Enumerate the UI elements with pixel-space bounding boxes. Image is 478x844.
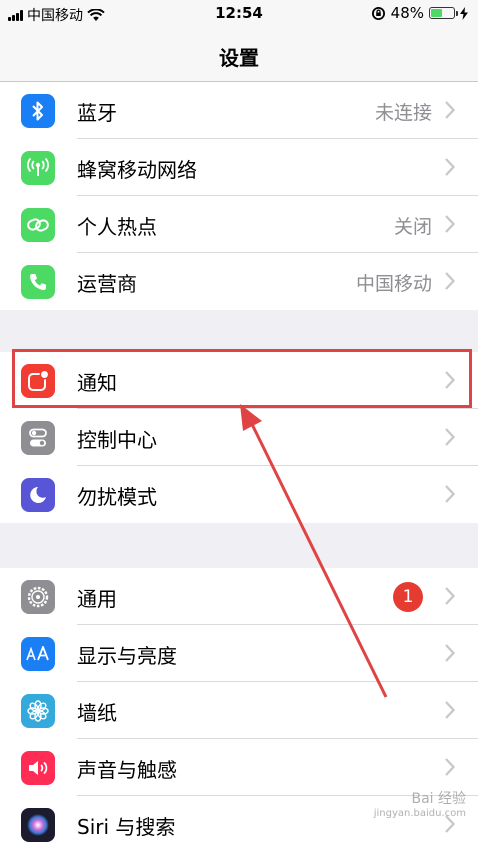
row-label: 显示与亮度 (77, 644, 177, 668)
chevron-right-icon (445, 215, 456, 233)
row-value: 关闭 (393, 216, 432, 238)
rotation-lock-icon (371, 6, 385, 20)
bluetooth-icon (21, 94, 55, 128)
settings-group-connectivity: 蓝牙 未连接 蜂窝移动网络 个人热点 关闭 运营商 中国移动 (0, 82, 478, 310)
charging-icon (460, 6, 468, 20)
settings-row-general[interactable]: 通用 1 (0, 568, 478, 625)
row-label: 控制中心 (77, 428, 157, 452)
chevron-right-icon (445, 101, 456, 119)
battery-icon (429, 7, 458, 19)
chevron-right-icon (445, 485, 456, 503)
nav-bar: 设置 (0, 28, 478, 82)
watermark: Bai 经验 jingyan.baidu.com (374, 788, 466, 819)
chevron-right-icon (445, 158, 456, 176)
settings-row-control-center[interactable]: 控制中心 (0, 409, 478, 466)
row-label: Siri 与搜索 (77, 815, 176, 839)
row-label: 蜂窝移动网络 (77, 158, 197, 182)
settings-row-cellular[interactable]: 蜂窝移动网络 (0, 139, 478, 196)
settings-row-display-brightness[interactable]: 显示与亮度 (0, 625, 478, 682)
chevron-right-icon (445, 428, 456, 446)
chevron-right-icon (445, 701, 456, 719)
toggles-icon (21, 421, 55, 455)
highlight-box (12, 349, 472, 408)
watermark-url: jingyan.baidu.com (373, 808, 466, 819)
display-aa-icon (21, 637, 55, 671)
antenna-icon (21, 151, 55, 185)
settings-row-hotspot[interactable]: 个人热点 关闭 (0, 196, 478, 253)
battery-level (431, 9, 442, 17)
update-badge: 1 (393, 582, 423, 612)
flower-icon (21, 694, 55, 728)
chevron-right-icon (445, 587, 456, 605)
settings-row-carrier[interactable]: 运营商 中国移动 (0, 253, 478, 310)
speaker-icon (21, 751, 55, 785)
row-label: 声音与触感 (77, 758, 177, 782)
row-label: 通用 (77, 587, 117, 611)
moon-icon (21, 478, 55, 512)
hotspot-icon (21, 208, 55, 242)
settings-row-do-not-disturb[interactable]: 勿扰模式 (0, 466, 478, 523)
chevron-right-icon (445, 758, 456, 776)
chevron-right-icon (445, 644, 456, 662)
row-value: 中国移动 (355, 273, 432, 295)
gear-icon (21, 580, 55, 614)
settings-row-bluetooth[interactable]: 蓝牙 未连接 (0, 82, 478, 139)
row-label: 个人热点 (77, 215, 157, 239)
row-value: 未连接 (374, 102, 432, 124)
row-label: 勿扰模式 (77, 485, 157, 509)
battery-percent: 48% (390, 4, 424, 22)
phone-icon (21, 265, 55, 299)
watermark-text: Bai 经验 (411, 791, 466, 807)
row-label: 墙纸 (77, 701, 117, 725)
chevron-right-icon (445, 272, 456, 290)
siri-icon (21, 808, 55, 842)
status-right: 48% (371, 4, 468, 22)
row-label: 蓝牙 (77, 101, 117, 125)
settings-row-wallpaper[interactable]: 墙纸 (0, 682, 478, 739)
row-label: 运营商 (77, 272, 137, 296)
page-title: 设置 (219, 46, 259, 70)
status-bar: 中国移动 12:54 48% (0, 0, 478, 28)
